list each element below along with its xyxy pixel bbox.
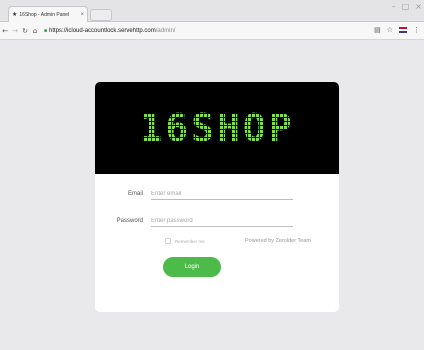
password-field[interactable] <box>151 215 293 227</box>
browser-tab-bar: ★ 16Shop - Admin Panel × – □ × <box>0 0 424 22</box>
back-icon[interactable]: ← <box>0 27 10 35</box>
powered-by-text: Powered by Zerolder Team <box>245 238 311 244</box>
remember-me[interactable]: Remember me <box>165 238 205 244</box>
browser-toolbar: ← → ↻ ⌂ ■ https:// icloud-accountlock.se… <box>0 22 424 40</box>
remember-checkbox[interactable] <box>165 238 171 244</box>
close-tab-icon[interactable]: × <box>80 12 84 18</box>
home-icon[interactable]: ⌂ <box>30 27 40 35</box>
logo-wrap: 16SHOP <box>139 106 295 150</box>
new-tab-button[interactable] <box>90 9 112 21</box>
favicon-icon: ★ <box>12 12 18 18</box>
window-controls: – □ × <box>392 2 422 11</box>
menu-icon[interactable]: ⋮ <box>413 26 420 34</box>
login-button[interactable]: Login <box>163 257 221 277</box>
minimize-icon[interactable]: – <box>392 2 396 11</box>
address-bar[interactable]: ■ https:// icloud-accountlock.servehttp.… <box>44 28 175 34</box>
url-host: icloud-accountlock.servehttp.com <box>67 27 156 34</box>
tab-title: 16Shop - Admin Panel <box>19 11 70 18</box>
email-row: Email <box>95 188 293 200</box>
reload-icon[interactable]: ↻ <box>20 27 30 35</box>
url-path: /admin/ <box>155 27 176 34</box>
email-field[interactable] <box>151 188 293 200</box>
password-label: Password <box>116 218 143 224</box>
bookmark-star-icon[interactable]: ☆ <box>387 26 393 34</box>
password-row: Password <box>95 215 293 227</box>
flag-extension-icon[interactable] <box>399 27 407 33</box>
translate-icon[interactable]: ▤ <box>374 26 381 34</box>
login-card: 16SHOP Email Password Remember me Powere… <box>95 82 339 312</box>
browser-tab[interactable]: ★ 16Shop - Admin Panel × <box>8 6 88 22</box>
maximize-icon[interactable]: □ <box>402 2 410 11</box>
email-label: Email <box>127 191 143 197</box>
toolbar-actions: ▤ ☆ ⋮ <box>374 26 420 34</box>
url-scheme: https:// <box>49 27 68 34</box>
forward-icon[interactable]: → <box>10 27 20 35</box>
lock-icon: ■ <box>44 27 48 34</box>
close-window-icon[interactable]: × <box>415 2 422 11</box>
remember-label: Remember me <box>175 238 205 244</box>
logo-text: 16SHOP <box>139 106 295 150</box>
logo-banner: 16SHOP <box>95 82 339 174</box>
